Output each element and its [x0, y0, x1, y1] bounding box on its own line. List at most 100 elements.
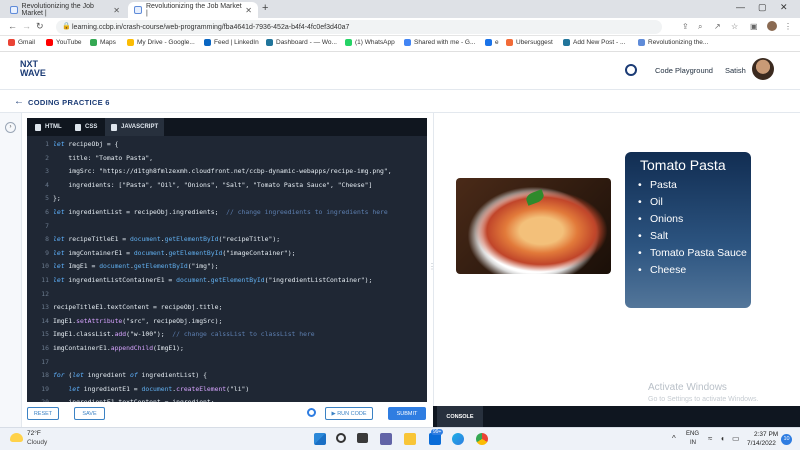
editor-tabs: HTML CSS JAVASCRIPT [27, 118, 427, 136]
code-line[interactable]: 16 imgContainerE1.appendChild(ImgE1); [27, 342, 427, 356]
code-line[interactable]: 13 recipeTitleE1.textContent = recipeObj.… [27, 301, 427, 315]
recipe-card: Tomato Pasta Pasta Oil Onions Salt Tomat… [625, 152, 751, 308]
bookmark-gmail[interactable]: Gmail [8, 39, 35, 46]
gear-icon[interactable] [307, 408, 316, 417]
avatar[interactable] [752, 58, 774, 80]
code-lines[interactable]: 1 let recipeObj = {2 title: "Tomato Pasta… [27, 138, 427, 402]
code-line[interactable]: 7 [27, 220, 427, 234]
drive-shared-icon [404, 39, 411, 46]
language-region[interactable]: IN [690, 440, 696, 446]
tab-html[interactable]: HTML [29, 118, 68, 136]
code-editor[interactable]: HTML CSS JAVASCRIPT 1 let recipeObj = {2 … [27, 118, 427, 402]
code-line[interactable]: 3 imgSrc: "https://d1tgh8fmlzexmh.cloudf… [27, 165, 427, 179]
bookmark-youtube[interactable]: YouTube [46, 39, 82, 46]
share-icon[interactable]: ⇪ [682, 22, 689, 31]
ubersuggest-icon [506, 39, 513, 46]
bookmark-drive[interactable]: My Drive - Google... [127, 39, 195, 46]
search-icon[interactable] [336, 433, 346, 443]
back-icon[interactable]: ← [8, 21, 17, 31]
windows-start-icon[interactable] [314, 433, 326, 445]
bookmark-e[interactable]: e [485, 39, 499, 46]
language-indicator[interactable]: ENG [686, 431, 699, 437]
code-line[interactable]: 15 ImgE1.classList.add("w-100"); // chang… [27, 328, 427, 342]
zoom-icon[interactable]: ⌕ [698, 22, 702, 32]
browser-tab-1[interactable]: Revolutionizing the Job Market | ✕ [4, 2, 126, 18]
user-name[interactable]: Satish [725, 66, 746, 75]
run-code-button[interactable]: ▶ RUN CODE [325, 407, 373, 420]
nxtwave-logo[interactable]: NXT WAVE [20, 60, 46, 78]
code-playground-link[interactable]: Code Playground [655, 66, 713, 75]
code-line[interactable]: 2 title: "Tomato Pasta", [27, 152, 427, 166]
code-line[interactable]: 11 let ingredientListContainerE1 = docume… [27, 274, 427, 288]
close-window-icon[interactable]: ✕ [780, 2, 788, 13]
tab-css[interactable]: CSS [69, 118, 103, 136]
code-line[interactable]: 17 [27, 356, 427, 370]
code-line[interactable]: 4 ingredients: ["Pasta", "Oil", "Onions"… [27, 179, 427, 193]
code-line[interactable]: 10 let ImgE1 = document.getElementById("i… [27, 260, 427, 274]
whatsapp-icon [345, 39, 352, 46]
weather-temp[interactable]: 72°F [27, 430, 41, 437]
reset-button[interactable]: RESET [27, 407, 59, 420]
code-line[interactable]: 8 let recipeTitleE1 = document.getElement… [27, 233, 427, 247]
clock-time[interactable]: 2:37 PM [754, 431, 778, 438]
battery-icon[interactable]: ▭ [732, 434, 740, 443]
bookmark-ubersuggest[interactable]: Ubersuggest [506, 39, 553, 46]
line-number: 6 [45, 207, 49, 216]
chevron-right-icon[interactable]: › [5, 122, 16, 133]
code-line[interactable]: 1 let recipeObj = { [27, 138, 427, 152]
sidebar-icon[interactable]: ▣ [750, 22, 758, 31]
code-line[interactable]: 5}; [27, 192, 427, 206]
tab-console[interactable]: CONSOLE [437, 406, 483, 427]
share-link-icon[interactable]: ↗ [714, 22, 721, 31]
code-line[interactable]: 14 ImgE1.setAttribute("src", recipeObj.im… [27, 315, 427, 329]
menu-icon[interactable]: ⋮ [784, 22, 792, 31]
timer-icon[interactable] [625, 64, 637, 76]
star-icon[interactable]: ☆ [731, 22, 738, 31]
back-arrow-icon[interactable]: ← [14, 96, 24, 107]
speaker-icon[interactable]: ◖ [720, 434, 725, 443]
weather-icon[interactable] [10, 433, 23, 442]
minimize-icon[interactable]: — [736, 2, 745, 12]
code-line[interactable]: 9 let imgContainerE1 = document.getElemen… [27, 247, 427, 261]
bookmark-linkedin[interactable]: Feed | LinkedIn [204, 39, 259, 46]
close-icon[interactable]: ✕ [245, 6, 252, 15]
code-line[interactable]: 6 let ingredientList = recipeObj.ingredie… [27, 206, 427, 220]
teams-chat-icon[interactable] [380, 433, 392, 445]
weather-text[interactable]: Cloudy [27, 439, 47, 446]
save-button[interactable]: SAVE [74, 407, 105, 420]
url-bar[interactable]: 🔒 learning.ccbp.in/crash-course/web-prog… [56, 20, 662, 34]
bookmark-whatsapp[interactable]: (1) WhatsApp [345, 39, 395, 46]
profile-avatar-icon[interactable] [767, 21, 777, 31]
bookmark-revolutionizing[interactable]: Revolutionizing the... [638, 39, 708, 46]
code-text: imgSrc: "https://d1tgh8fmlzexmh.cloudfro… [53, 167, 392, 176]
line-number: 9 [45, 248, 49, 257]
close-icon[interactable]: ✕ [113, 6, 120, 15]
browser-tab-2[interactable]: Revolutionizing the Job Market | ✕ [128, 2, 258, 18]
bookmark-shared[interactable]: Shared with me - G... [404, 39, 475, 46]
file-explorer-icon[interactable] [404, 433, 416, 445]
wifi-icon[interactable]: ≈ [708, 434, 712, 443]
line-number: 5 [45, 194, 49, 203]
clock-date[interactable]: 7/14/2022 [747, 440, 776, 447]
code-text: let ingredientE1 = document.createElemen… [68, 384, 250, 393]
line-number: 15 [41, 330, 49, 339]
forward-icon[interactable]: → [22, 21, 31, 31]
submit-button[interactable]: SUBMIT [388, 407, 426, 420]
code-line[interactable]: 18 for (let ingredient of ingredientList)… [27, 369, 427, 383]
html5-icon [35, 123, 41, 131]
page-title: CODING PRACTICE 6 [28, 98, 110, 107]
tab-javascript[interactable]: JAVASCRIPT [105, 118, 165, 136]
bookmark-dashboard[interactable]: Dashboard - — Wo... [266, 39, 337, 46]
chevron-up-icon[interactable]: ^ [672, 434, 676, 443]
code-line[interactable]: 12 [27, 288, 427, 302]
chrome-icon[interactable] [476, 433, 488, 445]
task-view-icon[interactable] [357, 433, 368, 443]
maximize-icon[interactable]: ▢ [758, 2, 767, 13]
reload-icon[interactable]: ↻ [36, 21, 44, 32]
code-line[interactable]: 19 let ingredientE1 = document.createEle… [27, 383, 427, 397]
notification-badge[interactable]: 10 [781, 434, 792, 445]
new-tab-button[interactable]: + [262, 2, 268, 14]
edge-icon[interactable] [452, 433, 464, 445]
bookmark-add-post[interactable]: Add New Post - ... [563, 39, 625, 46]
bookmark-maps[interactable]: Maps [90, 39, 116, 46]
